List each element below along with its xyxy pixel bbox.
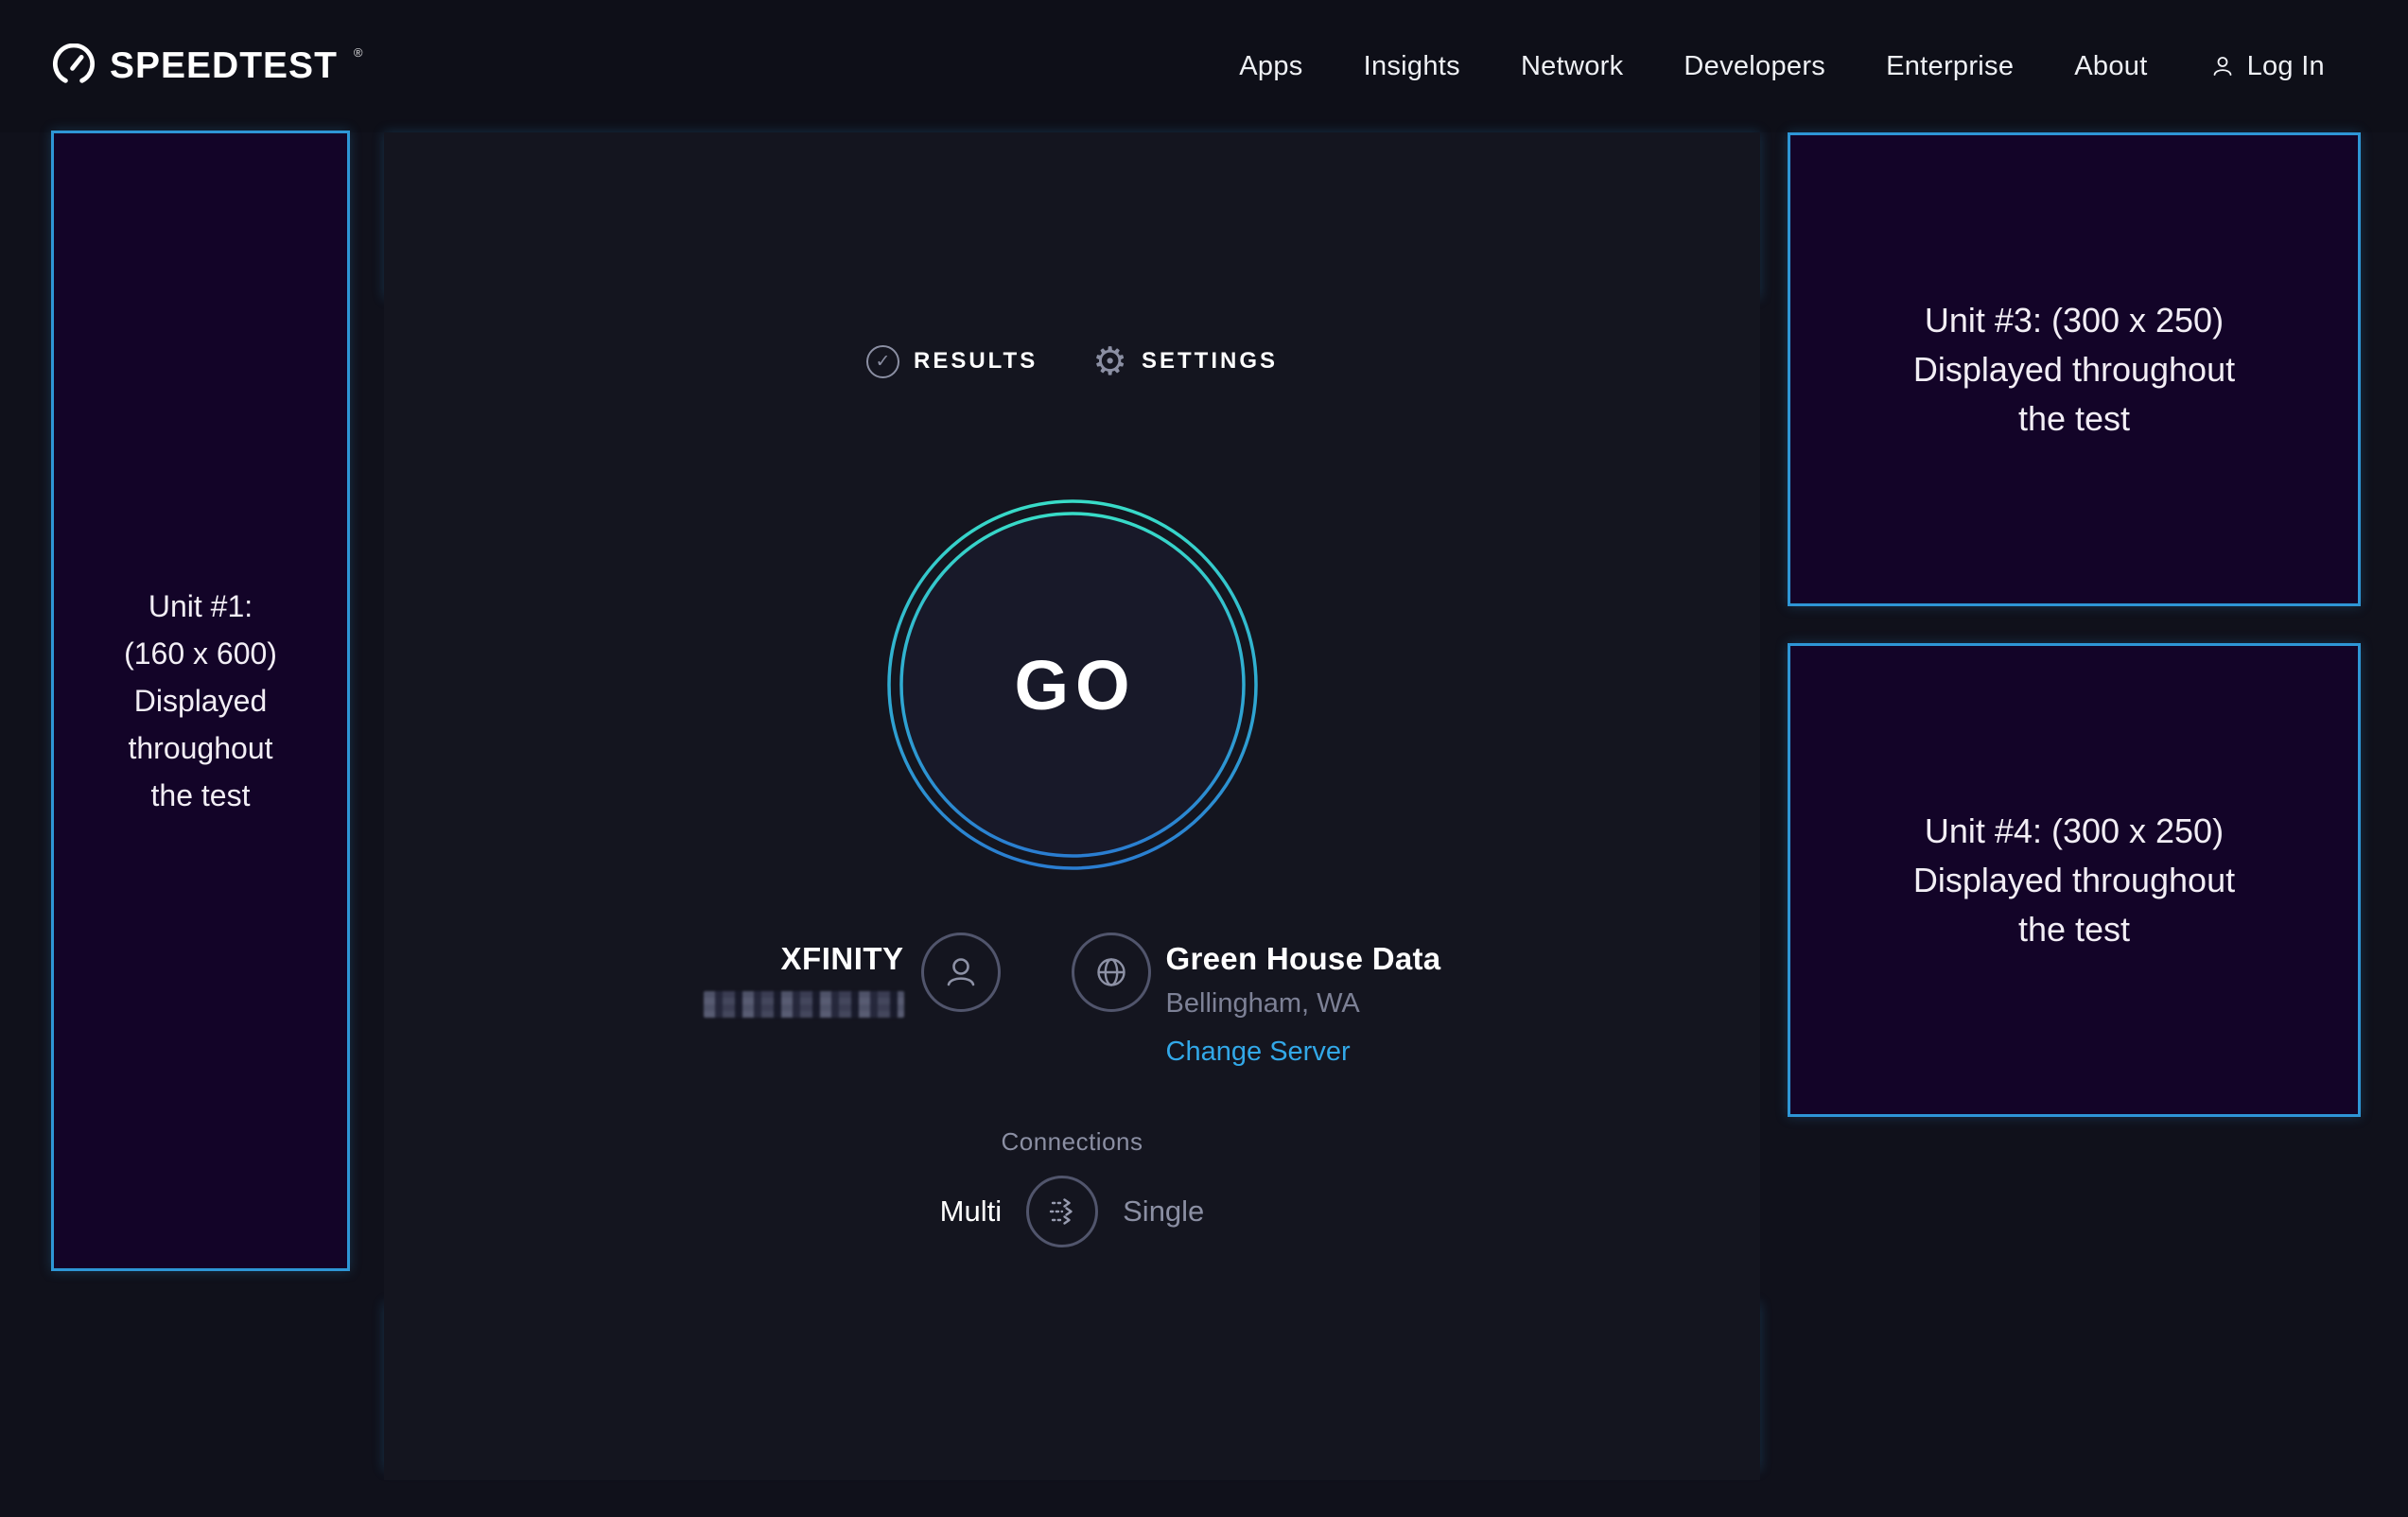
multi-connection-arrows-icon — [1041, 1191, 1083, 1232]
ad-line: Displayed throughout — [1913, 856, 2235, 905]
ad-line: Unit #3: (300 x 250) — [1913, 296, 2235, 345]
ad-line: Unit #4: (300 x 250) — [1913, 807, 2235, 856]
user-icon — [2208, 52, 2237, 80]
nav-network[interactable]: Network — [1521, 51, 1623, 82]
ad-line: the test — [1913, 394, 2235, 444]
ad-line: the test — [1913, 905, 2235, 954]
ad-unit-1-text: Unit #1: (160 x 600) Displayed throughou… — [124, 583, 277, 819]
logo-text: SPEEDTEST — [110, 44, 338, 89]
ad-line: Displayed throughout — [1913, 345, 2235, 394]
connections-label: Connections — [384, 1127, 1760, 1157]
isp-block: XFINITY — [704, 933, 904, 1022]
globe-icon — [1090, 950, 1133, 994]
primary-nav: Apps Insights Network Developers Enterpr… — [1239, 51, 2325, 82]
login-button[interactable]: Log In — [2208, 51, 2325, 82]
gear-icon: ⚙ — [1092, 344, 1127, 378]
ad-unit-3[interactable]: Unit #3: (300 x 250) Displayed throughou… — [1788, 132, 2361, 606]
tab-results[interactable]: ✓ RESULTS — [866, 345, 1038, 378]
speedtest-logo[interactable]: SPEEDTEST ® — [52, 44, 362, 89]
ad-unit-1[interactable]: Unit #1: (160 x 600) Displayed throughou… — [51, 131, 350, 1271]
connections-multi-option[interactable]: Multi — [940, 1194, 1002, 1229]
ad-line: the test — [124, 772, 277, 819]
login-label: Log In — [2247, 51, 2325, 82]
go-button-label: GO — [885, 497, 1260, 872]
globe-circle-icon — [1072, 933, 1151, 1012]
ad-unit-4-text: Unit #4: (300 x 250) Displayed throughou… — [1913, 807, 2235, 954]
change-server-link[interactable]: Change Server — [1166, 1036, 1351, 1068]
nav-insights[interactable]: Insights — [1364, 51, 1460, 82]
logo-trademark: ® — [354, 45, 363, 60]
person-icon — [940, 951, 982, 993]
connections-single-option[interactable]: Single — [1123, 1194, 1204, 1229]
check-circle-icon: ✓ — [866, 345, 899, 378]
ad-line: Displayed — [124, 677, 277, 724]
server-block: Green House Data Bellingham, WA Change S… — [1166, 933, 1441, 1068]
server-name: Green House Data — [1166, 940, 1441, 978]
tab-settings[interactable]: ⚙ SETTINGS — [1092, 344, 1278, 378]
nav-enterprise[interactable]: Enterprise — [1886, 51, 2014, 82]
nav-about[interactable]: About — [2074, 51, 2147, 82]
isp-name: XFINITY — [704, 940, 904, 978]
settings-tab-label: SETTINGS — [1142, 348, 1278, 375]
ad-line: throughout — [124, 724, 277, 772]
speedtest-page: SPEEDTEST ® Apps Insights Network Develo… — [0, 0, 2408, 1517]
ad-line: (160 x 600) — [124, 630, 277, 677]
user-circle-icon — [921, 933, 1001, 1012]
server-location: Bellingham, WA — [1166, 987, 1441, 1020]
ad-line: Unit #1: — [124, 583, 277, 630]
results-tab-label: RESULTS — [914, 348, 1038, 375]
tabs-row: ✓ RESULTS ⚙ SETTINGS — [384, 344, 1760, 378]
connections-row: Multi Single — [384, 1176, 1760, 1247]
ad-unit-3-text: Unit #3: (300 x 250) Displayed throughou… — [1913, 296, 2235, 444]
speed-test-panel: ✓ RESULTS ⚙ SETTINGS GO — [384, 132, 1760, 1480]
nav-developers[interactable]: Developers — [1684, 51, 1825, 82]
isp-detail-redacted — [704, 991, 904, 1018]
top-nav-bar: SPEEDTEST ® Apps Insights Network Develo… — [0, 0, 2408, 132]
connection-info-row: XFINITY Green House Data Bellingham — [384, 933, 1760, 1068]
go-button[interactable]: GO — [885, 497, 1260, 872]
nav-apps[interactable]: Apps — [1239, 51, 1302, 82]
connections-toggle[interactable] — [1026, 1176, 1098, 1247]
connections-control: Connections Multi Single — [384, 1127, 1760, 1247]
ad-unit-4[interactable]: Unit #4: (300 x 250) Displayed throughou… — [1788, 643, 2361, 1117]
speedtest-gauge-icon — [52, 44, 96, 87]
